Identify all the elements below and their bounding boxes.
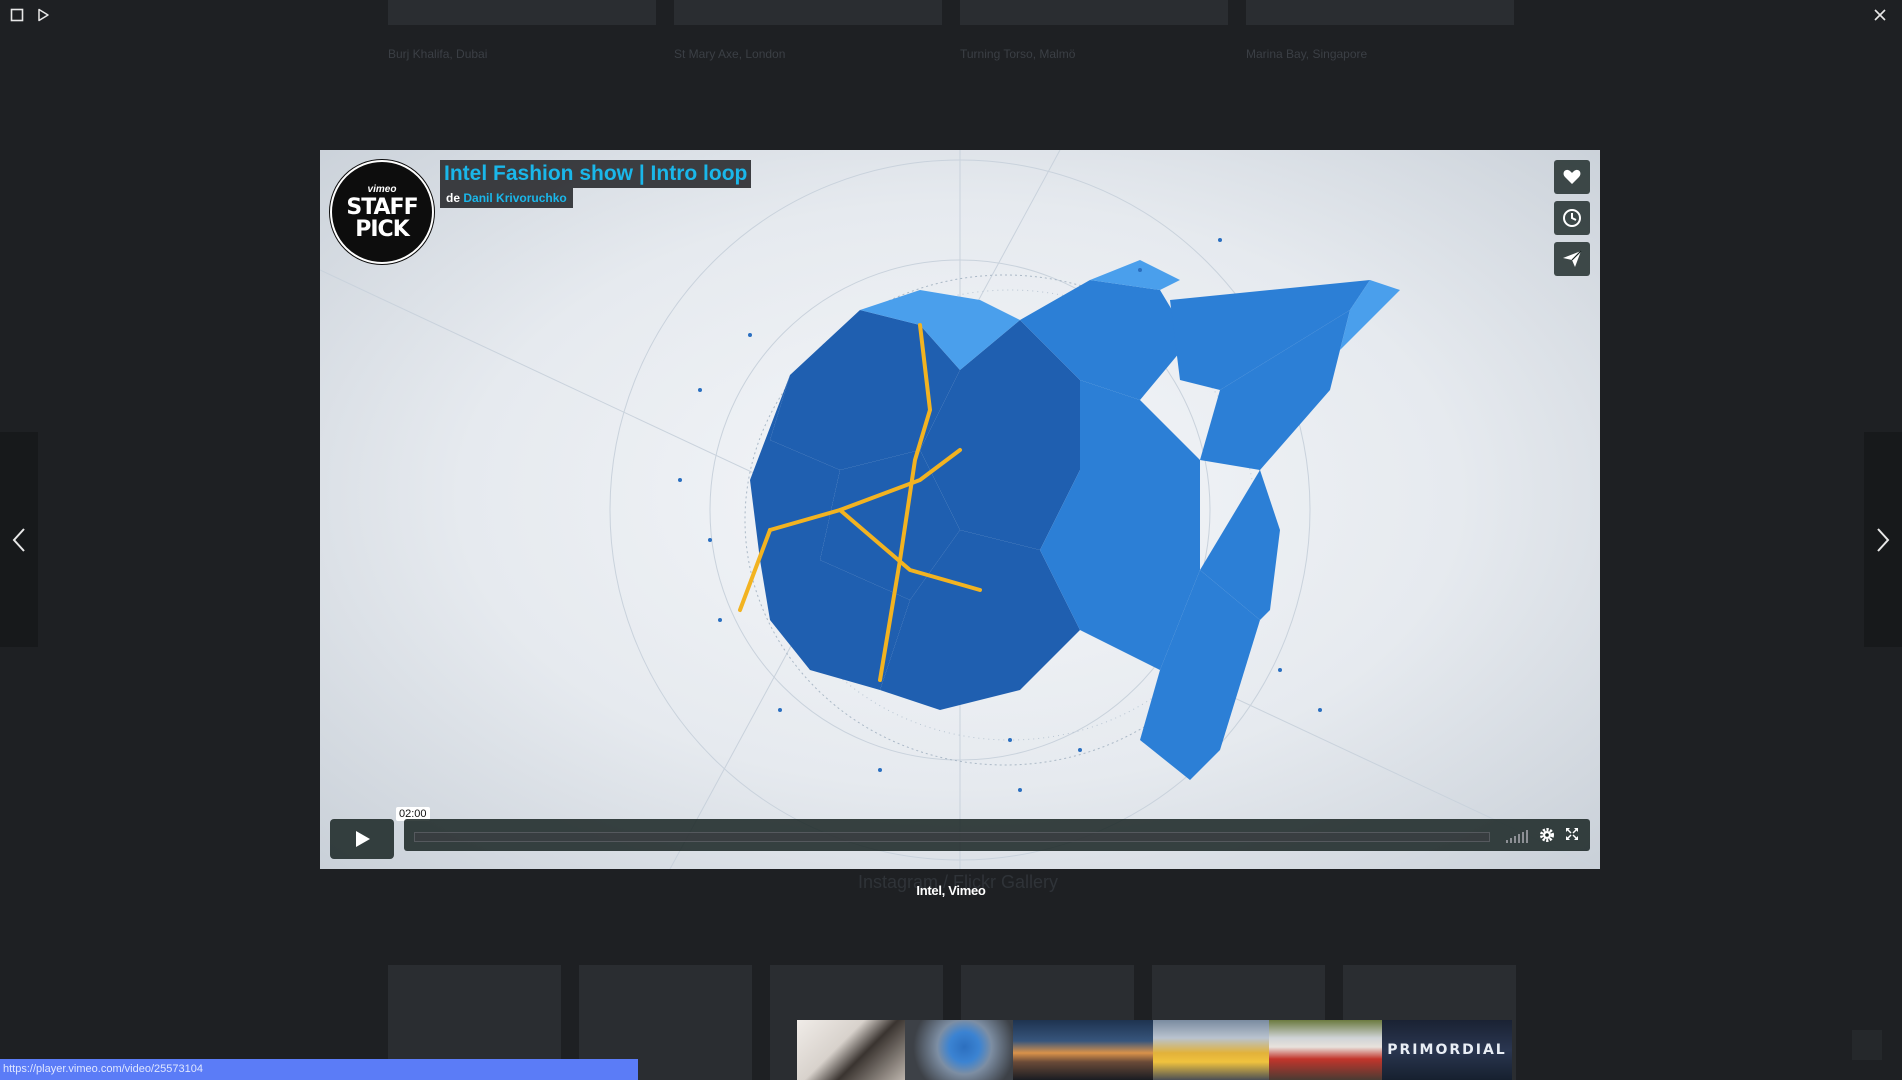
staff-pick-badge[interactable]: vimeo STAFF PICK [330, 160, 434, 264]
lightbox-caption: Intel, Vimeo [916, 883, 986, 898]
chevron-left-icon [12, 527, 25, 552]
staff-pick-text: STAFF PICK [346, 194, 418, 242]
heart-icon [1563, 169, 1581, 184]
next-arrow-button[interactable] [1864, 432, 1902, 647]
control-bar [404, 819, 1590, 851]
watch-later-button[interactable] [1554, 201, 1590, 235]
like-button[interactable] [1554, 160, 1590, 194]
bg-caption: Turning Torso, Malmö [960, 47, 1076, 61]
video-player[interactable]: vimeo STAFF PICK Intel Fashion show | Int… [320, 150, 1600, 869]
video-frame-artwork [320, 150, 1600, 869]
fullscreen-icon[interactable] [1564, 826, 1582, 844]
share-button[interactable] [1554, 242, 1590, 276]
bg-thumbnail [388, 0, 656, 25]
clock-icon [1563, 209, 1581, 227]
author-link[interactable]: Danil Krivoruchko [463, 191, 566, 205]
thumbnail-strip: PRIMORDIAL [797, 1020, 1512, 1080]
thumb-figure[interactable] [797, 1020, 905, 1080]
slideshow-play-icon[interactable] [34, 8, 52, 26]
progress-track[interactable] [414, 832, 1490, 842]
bg-caption: Marina Bay, Singapore [1246, 47, 1368, 61]
thumb-primordial-label: PRIMORDIAL [1387, 1042, 1507, 1058]
vimeo-logo-text: vimeo [367, 183, 397, 195]
chevron-right-icon [1877, 527, 1890, 552]
status-bar-url: https://player.vimeo.com/video/25573104 [0, 1059, 638, 1080]
volume-icon[interactable] [1506, 829, 1530, 843]
thumb-primordial[interactable]: PRIMORDIAL [1382, 1020, 1512, 1080]
video-title[interactable]: Intel Fashion show | Intro loop [440, 160, 752, 188]
play-icon [356, 831, 370, 847]
bg-caption: St Mary Axe, London [674, 47, 786, 61]
byline-prefix: de [446, 191, 461, 205]
bg-caption: Burj Khalifa, Dubai [388, 47, 488, 61]
bg-thumbnail [960, 0, 1228, 25]
video-byline: de Danil Krivoruchko [440, 188, 573, 208]
thumb-red-car[interactable] [1269, 1020, 1382, 1080]
play-button[interactable] [330, 819, 394, 859]
bg-thumbnail [674, 0, 942, 25]
fullscreen-toggle-icon[interactable] [8, 8, 26, 26]
close-icon[interactable] [1870, 6, 1890, 26]
send-icon [1563, 250, 1582, 267]
previous-arrow-button[interactable] [0, 432, 38, 647]
thumb-yellow-taxi[interactable] [1153, 1020, 1269, 1080]
player-controls: 02:00 [330, 807, 1590, 859]
thumb-intel-shape[interactable] [905, 1020, 1013, 1080]
thumb-sunset-city[interactable] [1013, 1020, 1153, 1080]
scroll-to-top-button[interactable] [1852, 1030, 1882, 1060]
settings-gear-icon[interactable] [1538, 826, 1556, 844]
bg-thumbnail [1246, 0, 1514, 25]
